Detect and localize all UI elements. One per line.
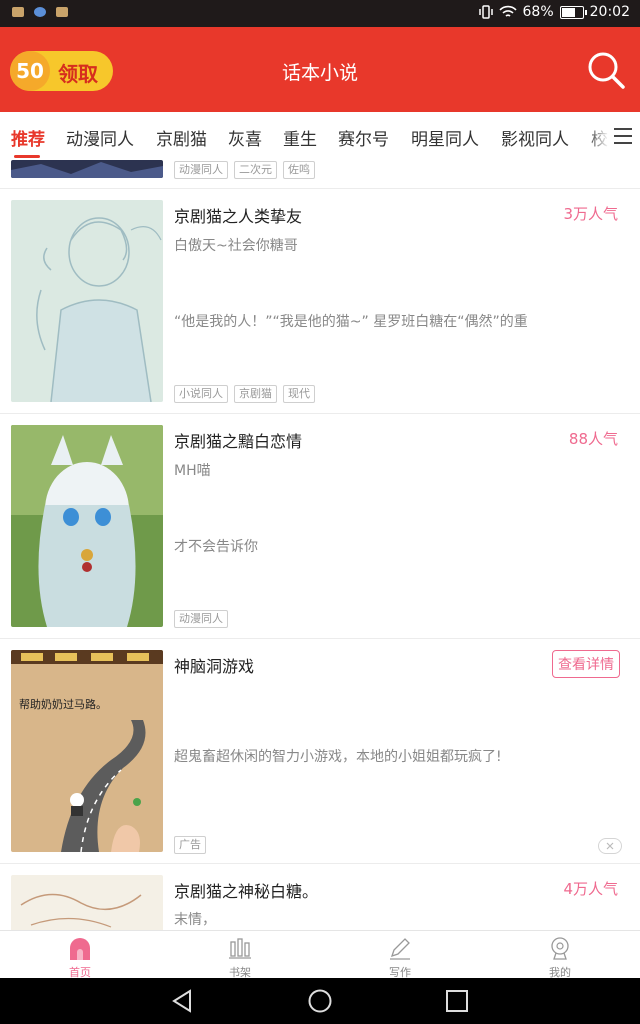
- book-tag: 现代: [283, 385, 315, 403]
- app-header: 50 领取 话本小说: [0, 27, 640, 112]
- book-tag: 动漫同人: [174, 610, 228, 628]
- tab-tv-fanfic[interactable]: 影视同人: [501, 125, 569, 150]
- tab-seer[interactable]: 赛尔号: [338, 125, 389, 150]
- book-title: 京剧猫之神秘白糖。: [174, 882, 319, 901]
- nav-write[interactable]: 写作: [320, 931, 480, 979]
- book-cover: [11, 875, 163, 930]
- app-title: 话本小说: [281, 62, 358, 84]
- tab-recommend[interactable]: 推荐: [11, 125, 45, 150]
- ad-image: 帮助奶奶过马路。: [11, 650, 163, 852]
- book-title: 京剧猫之黯白恋情: [174, 432, 303, 451]
- view-details-button[interactable]: 查看详情: [552, 650, 620, 678]
- nav-home[interactable]: 首页: [0, 931, 160, 979]
- pencil-icon: [390, 938, 410, 960]
- wifi-icon: [498, 5, 517, 17]
- book-tag: 京剧猫: [234, 385, 277, 403]
- ad-tag: 广告: [174, 836, 206, 854]
- status-bar: 68% 20:02: [0, 0, 640, 27]
- bookshelf-icon: [229, 938, 251, 959]
- category-tabs: 推荐 动漫同人 京剧猫 灰喜 重生 赛尔号 明星同人 影视同人 校园: [0, 112, 640, 161]
- tab-jingjumao[interactable]: 京剧猫: [156, 125, 207, 150]
- book-cover: [11, 200, 163, 402]
- menu-icon[interactable]: [612, 127, 634, 145]
- book-author: MH喵: [174, 463, 211, 479]
- book-tag: 动漫同人: [174, 161, 228, 179]
- notification-icon: [34, 7, 46, 17]
- book-cover: [11, 425, 163, 627]
- tab-rebirth[interactable]: 重生: [283, 125, 317, 150]
- clock: 20:02: [589, 4, 630, 20]
- recents-icon[interactable]: [444, 989, 470, 1013]
- book-tag: 二次元: [234, 161, 277, 179]
- tab-celebrity-fanfic[interactable]: 明星同人: [411, 125, 479, 150]
- tab-anime-fanfic[interactable]: 动漫同人: [66, 125, 134, 150]
- notification-icon: [56, 7, 68, 17]
- active-tab-indicator: [14, 155, 40, 158]
- bottom-nav: 首页 书架 写作 我的: [0, 930, 640, 979]
- ad-description: 超鬼畜超休闲的智力小游戏，本地的小姐姐都玩疯了!: [174, 749, 502, 765]
- book-author: 末情，: [174, 912, 216, 928]
- book-author: 白傲天~社会你糖哥: [174, 238, 298, 254]
- book-description: “他是我的人！”“我是他的猫~” 星罗班白糖在“偶然”的重: [174, 314, 528, 330]
- system-nav-bar: [0, 978, 640, 1024]
- back-icon[interactable]: [170, 989, 196, 1013]
- book-tag: 小说同人: [174, 385, 228, 403]
- home-button-icon[interactable]: [307, 989, 333, 1013]
- home-icon: [70, 938, 90, 960]
- battery-icon: [559, 5, 587, 19]
- search-icon[interactable]: [586, 50, 626, 90]
- book-list: 动漫同人 二次元 佐鸣 京剧猫之人类挚友 3万人气 白傲天~社会你糖哥 “他是我…: [0, 160, 640, 930]
- book-tag: 佐鸣: [283, 161, 315, 179]
- nav-bookshelf[interactable]: 书架: [160, 931, 320, 979]
- nav-profile[interactable]: 我的: [480, 931, 640, 979]
- book-popularity: 88人气: [568, 430, 618, 448]
- tab-huixi[interactable]: 灰喜: [228, 125, 262, 150]
- book-popularity: 3万人气: [563, 205, 618, 223]
- profile-icon: [551, 937, 569, 960]
- book-popularity: 4万人气: [563, 880, 618, 898]
- ad-image-caption: 帮助奶奶过马路。: [19, 698, 107, 711]
- battery-percent: 68%: [522, 4, 554, 20]
- book-description: 才不会告诉你: [174, 539, 258, 555]
- close-ad-icon[interactable]: [598, 838, 622, 854]
- ad-title: 神脑洞游戏: [174, 657, 255, 676]
- book-title: 京剧猫之人类挚友: [174, 207, 303, 226]
- vibrate-icon: [478, 5, 493, 19]
- notification-icons: [12, 7, 68, 17]
- book-cover: [11, 160, 163, 178]
- notification-icon: [12, 7, 24, 17]
